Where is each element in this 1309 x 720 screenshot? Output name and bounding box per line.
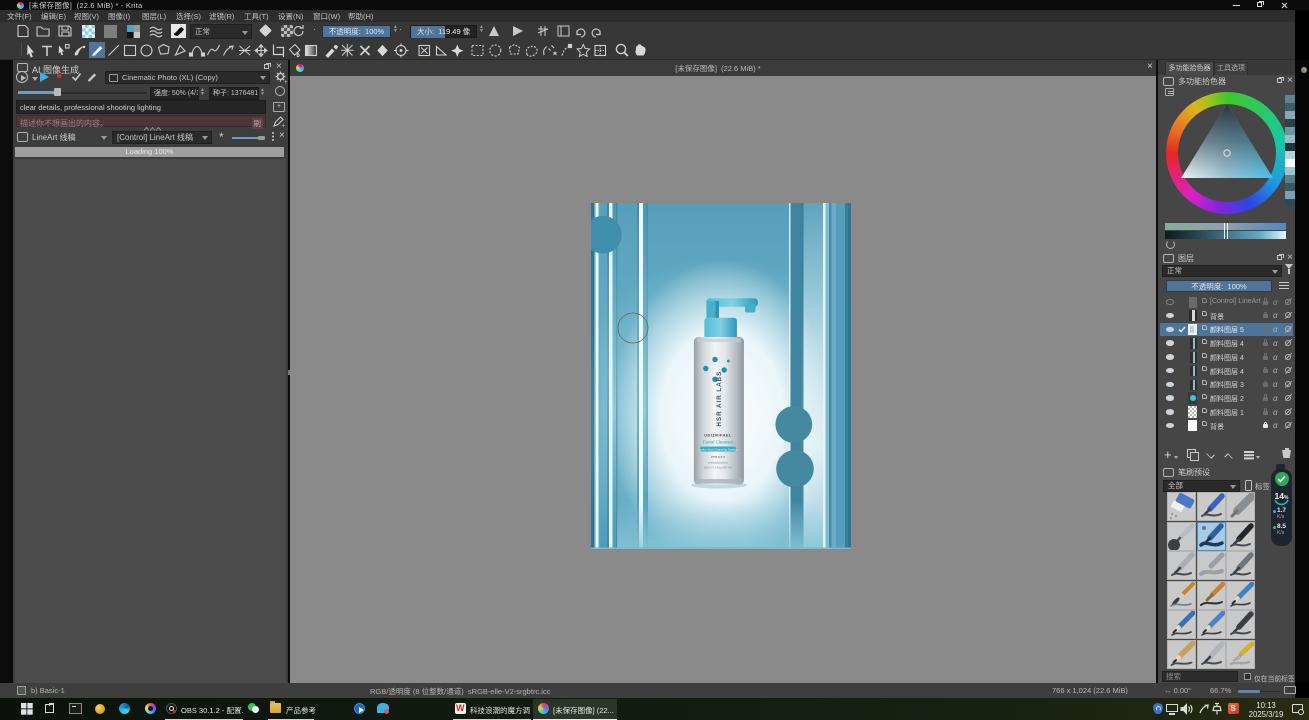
svg-text:Facial Cleanser: Facial Cleanser <box>703 440 734 445</box>
svg-text:PH5.5-6.5: PH5.5-6.5 <box>711 455 725 459</box>
svg-text:150ml / 5.1 fl.oz NET WT.: 150ml / 5.1 fl.oz NET WT. <box>703 466 733 470</box>
svg-text:Amino-Acid Cleansing System: Amino-Acid Cleansing System <box>699 447 738 451</box>
svg-text:+: + <box>284 80 288 84</box>
svg-text:HSR AIR LABS: HSR AIR LABS <box>716 371 723 427</box>
svg-text:UDIZRIFAEL: UDIZRIFAEL <box>704 433 732 438</box>
svg-text:+: + <box>282 124 286 129</box>
